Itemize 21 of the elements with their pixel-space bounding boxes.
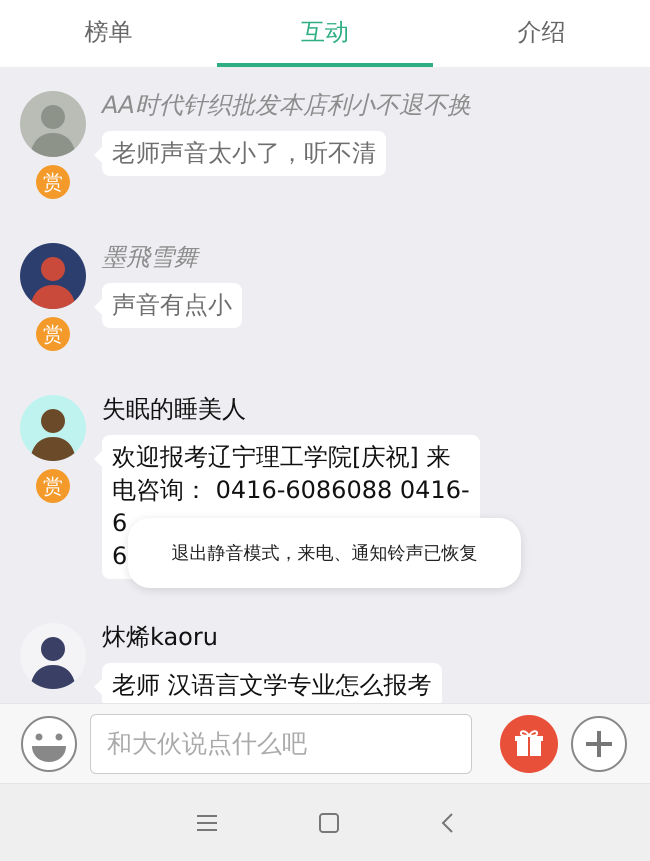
user-name: 炑烯kaoru bbox=[102, 622, 218, 653]
tab[interactable]: 互动 bbox=[216, 0, 434, 67]
message-bubble: 老师 汉语言文学专业怎么报考 bbox=[102, 663, 442, 703]
user-name: 失眠的睡美人 bbox=[102, 394, 246, 425]
reward-badge[interactable]: 赏 bbox=[36, 317, 70, 351]
message-bubble: 声音有点小 bbox=[102, 283, 242, 328]
gift-icon[interactable] bbox=[500, 714, 558, 772]
back-icon[interactable] bbox=[440, 812, 454, 834]
add-icon[interactable] bbox=[570, 714, 628, 772]
menu-icon[interactable] bbox=[196, 814, 218, 832]
home-icon[interactable] bbox=[318, 812, 340, 834]
user-name: AA时代针织批发本店利小不退不换 bbox=[102, 90, 471, 121]
toast-message: 退出静音模式，来电、通知铃声已恢复 bbox=[128, 518, 521, 588]
message-bubble: 老师声音太小了，听不清 bbox=[102, 131, 386, 176]
message-input[interactable]: 和大伙说点什么吧 bbox=[90, 714, 472, 774]
user-name: 墨飛雪舞 bbox=[102, 239, 198, 275]
tab[interactable]: 介绍 bbox=[433, 0, 650, 67]
reward-badge[interactable]: 赏 bbox=[36, 165, 70, 199]
tab[interactable]: 榜单 bbox=[0, 0, 217, 67]
reward-badge[interactable]: 赏 bbox=[36, 469, 70, 503]
emoji-icon[interactable] bbox=[20, 714, 78, 772]
